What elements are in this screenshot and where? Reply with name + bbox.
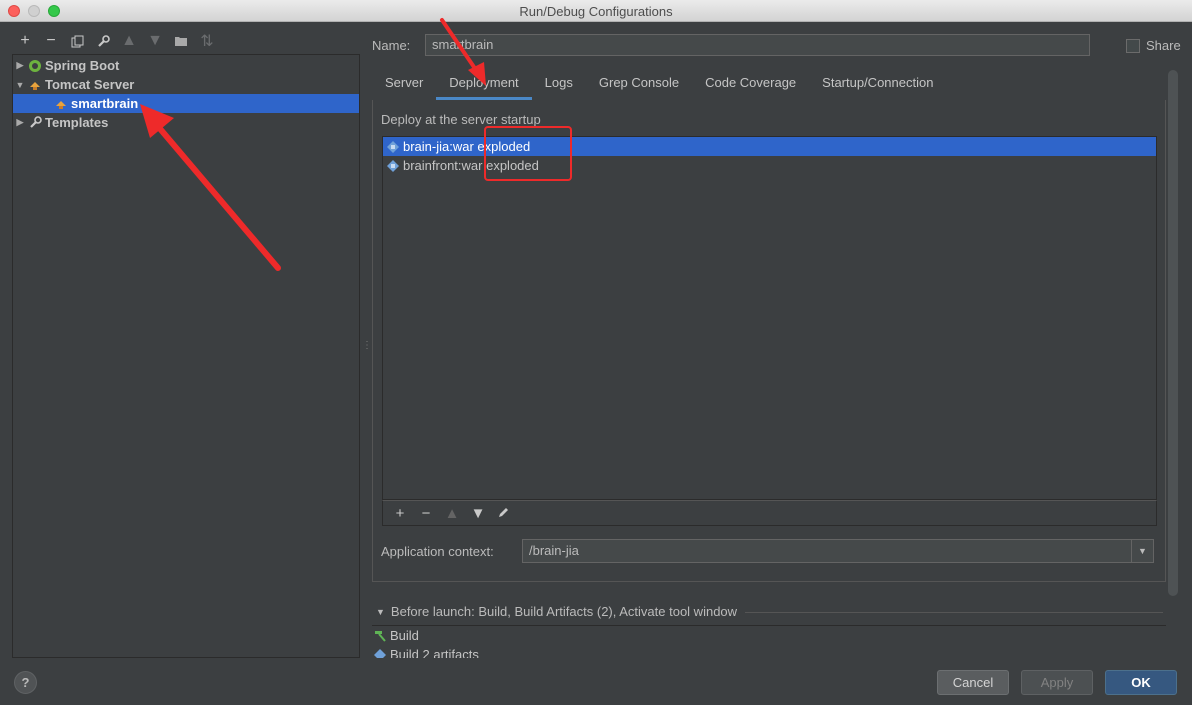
arrow-down-icon[interactable]: ▼ xyxy=(142,30,168,52)
tab-server[interactable]: Server xyxy=(372,70,436,100)
before-launch-item-label: Build xyxy=(390,628,419,643)
tab-code-coverage[interactable]: Code Coverage xyxy=(692,70,809,100)
hammer-icon xyxy=(372,628,388,644)
folder-icon[interactable] xyxy=(168,30,194,52)
checkbox-box[interactable] xyxy=(1126,38,1140,53)
tree-item-tomcat-server[interactable]: ▼ Tomcat Server xyxy=(13,75,359,94)
artifact-icon xyxy=(385,158,401,174)
expand-arrow-icon[interactable]: ▶ xyxy=(13,60,27,71)
apply-button[interactable]: Apply xyxy=(1021,670,1093,695)
minus-icon[interactable]: − xyxy=(413,505,439,522)
list-item[interactable]: Build 2 artifacts xyxy=(372,645,1166,658)
tree-item-label: Templates xyxy=(45,115,109,130)
help-button[interactable]: ? xyxy=(14,671,37,694)
name-label: Name: xyxy=(372,38,411,53)
tree-item-smartbrain[interactable]: smartbrain xyxy=(13,94,359,113)
artifact-icon xyxy=(372,647,388,658)
collapse-arrow-icon[interactable]: ▼ xyxy=(376,607,385,617)
expand-arrow-icon[interactable]: ▶ xyxy=(13,117,27,128)
name-field[interactable]: smartbrain xyxy=(425,34,1090,56)
tab-grep-console[interactable]: Grep Console xyxy=(586,70,692,100)
minus-icon[interactable]: − xyxy=(38,30,64,52)
arrow-up-icon[interactable]: ▲ xyxy=(439,505,465,522)
list-item[interactable]: Build xyxy=(372,626,1166,645)
ok-button[interactable]: OK xyxy=(1105,670,1177,695)
application-context-label: Application context: xyxy=(381,544,494,559)
sort-icon[interactable]: ⇅ xyxy=(194,30,220,52)
tomcat-icon xyxy=(53,96,69,112)
title-bar: Run/Debug Configurations xyxy=(0,0,1192,22)
wrench-icon[interactable] xyxy=(90,30,116,52)
tomcat-icon xyxy=(27,77,43,93)
deploy-section-label: Deploy at the server startup xyxy=(381,112,541,127)
plus-icon[interactable]: + xyxy=(387,505,413,522)
arrow-up-icon[interactable]: ▲ xyxy=(116,30,142,52)
configurations-tree: ▶ Spring Boot ▼ Tomcat Server smartbrain… xyxy=(12,54,360,658)
config-tabs: Server Deployment Logs Grep Console Code… xyxy=(372,70,946,100)
tree-item-label: smartbrain xyxy=(71,96,139,111)
configurations-toolbar: + − ▲ ▼ ⇅ xyxy=(12,30,220,52)
tab-startup-connection[interactable]: Startup/Connection xyxy=(809,70,946,100)
window-title: Run/Debug Configurations xyxy=(519,4,673,19)
cancel-button[interactable]: Cancel xyxy=(937,670,1009,695)
tab-logs[interactable]: Logs xyxy=(532,70,586,100)
application-context-field[interactable]: /brain-jia ▼ xyxy=(522,539,1154,563)
plus-icon[interactable]: + xyxy=(12,30,38,52)
artifact-icon xyxy=(385,139,401,155)
tree-item-spring-boot[interactable]: ▶ Spring Boot xyxy=(13,56,359,75)
spring-boot-icon xyxy=(27,58,43,74)
panel-splitter-handle[interactable]: ⋮ xyxy=(362,340,372,351)
wrench-icon xyxy=(27,115,43,131)
collapse-arrow-icon[interactable]: ▼ xyxy=(13,80,27,90)
section-divider xyxy=(745,612,1163,613)
share-checkbox[interactable]: Share xyxy=(1126,38,1181,53)
tab-deployment[interactable]: Deployment xyxy=(436,70,532,100)
tree-item-label: Spring Boot xyxy=(45,58,120,73)
edit-icon[interactable] xyxy=(491,505,517,522)
copy-icon[interactable] xyxy=(64,30,90,52)
arrow-down-icon[interactable]: ▼ xyxy=(465,505,491,522)
before-launch-item-label: Build 2 artifacts xyxy=(390,647,479,658)
chevron-down-icon[interactable]: ▼ xyxy=(1131,540,1153,562)
before-launch-header[interactable]: ▼ Before launch: Build, Build Artifacts … xyxy=(372,604,737,619)
before-launch-label: Before launch: Build, Build Artifacts (2… xyxy=(390,604,738,619)
artifact-list-toolbar: + − ▲ ▼ xyxy=(382,500,1157,526)
share-label: Share xyxy=(1146,38,1181,53)
tree-item-label: Tomcat Server xyxy=(45,77,135,92)
application-context-value: /brain-jia xyxy=(529,543,579,558)
artifact-list: brain-jia:war exploded brainfront:war ex… xyxy=(382,136,1157,500)
annotation-highlight-box xyxy=(484,126,572,181)
tree-item-templates[interactable]: ▶ Templates xyxy=(13,113,359,132)
before-launch-list: Build Build 2 artifacts xyxy=(372,625,1166,658)
vertical-scrollbar[interactable] xyxy=(1168,70,1178,596)
